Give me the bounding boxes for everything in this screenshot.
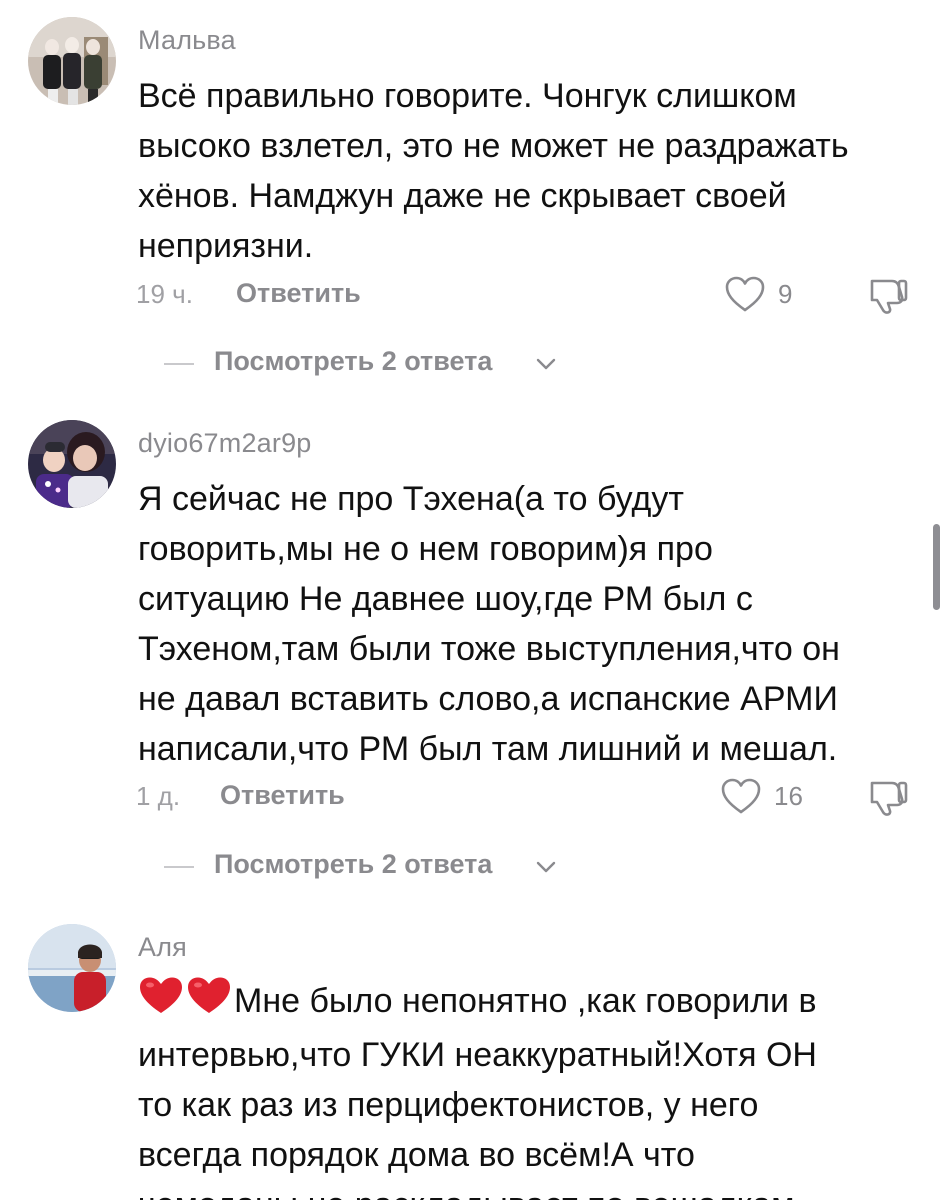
comment-username[interactable]: dyio67m2ar9p	[138, 428, 312, 459]
comment-meta: 19 ч. Ответить 9	[136, 275, 926, 315]
comment-text-line: Всё правильно говорите. Чонгук слишком	[138, 77, 797, 115]
comment-username[interactable]: Аля	[138, 932, 187, 963]
comment-text-line: всегда порядок дома во всём!А что	[138, 1136, 695, 1174]
scrollbar[interactable]	[933, 524, 940, 610]
view-replies-button[interactable]: Посмотреть 2 ответа	[164, 343, 664, 383]
avatar[interactable]	[28, 17, 116, 105]
comment-text-line: Я сейчас не про Тэхена(а то будут	[138, 480, 684, 518]
comment-text-line: интервью,что ГУКИ неаккуратный!Хотя ОН	[138, 1036, 817, 1074]
comment-text-line: говорить,мы не о нем говорим)я про	[138, 530, 713, 568]
comment-text-line: хёнов. Намджун даже не скрывает своей	[138, 177, 787, 215]
avatar[interactable]	[28, 420, 116, 508]
like-button[interactable]	[720, 777, 762, 820]
thumbs-down-icon	[870, 781, 908, 816]
avatar[interactable]	[28, 924, 116, 1012]
view-replies-label: Посмотреть 2 ответа	[214, 346, 493, 376]
comment-text-line: высоко взлетел, это не может не раздража…	[138, 127, 849, 165]
chevron-down-icon	[536, 861, 556, 873]
comment-text-segment: Мне было непонятно ,как говорили в	[234, 982, 817, 1020]
like-count: 16	[774, 781, 803, 811]
comment-text: Мне было непонятно ,как говорили в интер…	[138, 976, 928, 1200]
comment-text: Всё правильно говорите. Чонгук слишком в…	[138, 71, 928, 271]
reply-button[interactable]: Ответить	[236, 278, 361, 309]
comment-meta: 1 д. Ответить 16	[136, 777, 926, 817]
view-replies-label: Посмотреть 2 ответа	[214, 849, 493, 879]
divider-line	[164, 363, 194, 365]
comment-text-line: неприязни.	[138, 227, 314, 265]
dislike-button[interactable]	[866, 777, 910, 822]
comment-text-line: ситуацию Не давнее шоу,где РМ был с	[138, 580, 753, 618]
chevron-down-icon	[536, 358, 556, 370]
dislike-button[interactable]	[866, 275, 910, 320]
thumbs-down-icon	[870, 279, 908, 314]
comment-timestamp: 1 д.	[136, 781, 181, 811]
reply-button[interactable]: Ответить	[220, 780, 345, 811]
heart-outline-icon	[725, 276, 765, 312]
comment-timestamp: 19 ч.	[136, 279, 193, 309]
comment-text-line: Тэхеном,там были тоже выступления,что он	[138, 630, 840, 668]
like-button[interactable]	[724, 275, 766, 318]
comment-username[interactable]: Мальва	[138, 25, 236, 56]
view-replies-button[interactable]: Посмотреть 2 ответа	[164, 846, 664, 886]
comment-text-line: написали,что РМ был там лишний и мешал.	[138, 730, 838, 768]
comment-text: Я сейчас не про Тэхена(а то будут говори…	[138, 474, 928, 774]
comments-page: Мальва Всё правильно говорите. Чонгук сл…	[0, 0, 948, 1200]
red-heart-icon	[138, 976, 232, 1030]
comment-text-line: Мне было непонятно ,как говорили в	[138, 976, 928, 1030]
comment-text-line: чемоданы не раскладывает по вешалкам	[138, 1180, 928, 1200]
like-count: 9	[778, 279, 793, 309]
comment-text-line: не давал вставить слово,а испанские АРМИ	[138, 680, 838, 718]
comment-text-line: то как раз из перцифектонистов, у него	[138, 1086, 759, 1124]
heart-outline-icon	[721, 778, 761, 814]
divider-line	[164, 866, 194, 868]
